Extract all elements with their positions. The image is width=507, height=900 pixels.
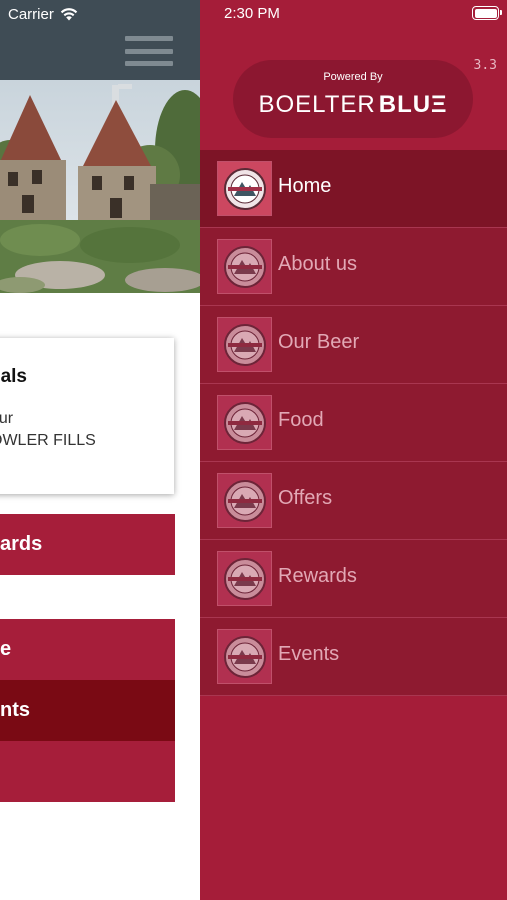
stone-kiln-towers-photo xyxy=(0,80,200,293)
menu-item-label: Events xyxy=(278,643,340,665)
menu-item-home[interactable]: Home xyxy=(200,150,507,228)
menu-item-label: Rewards xyxy=(278,565,357,587)
status-bar-left: Carrier xyxy=(8,5,78,23)
extra-button[interactable] xyxy=(0,741,175,802)
powered-by-badge[interactable]: Powered By BOELTER BLUΞ xyxy=(233,60,473,138)
deal-text-line: OWLER FILLS xyxy=(0,432,96,449)
powered-by-label: Powered By xyxy=(323,71,383,83)
drawer-menu: Home About us Our Beer Food Offers Rewar… xyxy=(200,150,507,696)
brewery-logo-icon xyxy=(217,395,272,450)
brand-name-bold: BLUΞ xyxy=(378,91,448,118)
menu-item-food[interactable]: Food xyxy=(200,384,507,462)
navigation-drawer: 2:30 PM 3.3 Powered By BOELTERBLUΞ Home xyxy=(200,0,507,900)
hero-image xyxy=(0,80,200,293)
battery-icon xyxy=(472,6,502,20)
brewery-logo-icon xyxy=(217,473,272,528)
status-time: 2:30 PM xyxy=(224,5,280,22)
brand-logo: BOELTER BLUΞ xyxy=(233,91,473,119)
menu-item-label: Our Beer xyxy=(278,331,360,353)
brewery-logo-icon xyxy=(217,629,272,684)
home-button[interactable]: e xyxy=(0,619,175,680)
app-version: 3.3 xyxy=(473,58,497,73)
menu-item-offers[interactable]: Offers xyxy=(200,462,507,540)
menu-item-label: Offers xyxy=(278,487,333,509)
wifi-icon xyxy=(60,8,78,21)
deal-card[interactable]: eals our OWLER FILLS xyxy=(0,338,174,494)
menu-item-events[interactable]: Events xyxy=(200,618,507,696)
brewery-logo-icon xyxy=(217,317,272,372)
menu-item-label: About us xyxy=(278,253,357,275)
hamburger-menu-icon[interactable] xyxy=(125,36,175,66)
menu-item-our-beer[interactable]: Our Beer xyxy=(200,306,507,384)
deal-text-line: our xyxy=(0,410,14,427)
app-header: Carrier xyxy=(0,0,200,80)
carrier-label: Carrier xyxy=(8,5,54,23)
background-app-screen: Carrier als ur OWLER FILLS ards e nts xyxy=(0,0,200,900)
brand-name-regular: BOELTER xyxy=(258,91,376,118)
events-button[interactable]: nts xyxy=(0,680,175,741)
menu-item-about-us[interactable]: About us xyxy=(200,228,507,306)
menu-item-rewards[interactable]: Rewards xyxy=(200,540,507,618)
brewery-logo-icon xyxy=(217,161,272,216)
menu-item-label: Home xyxy=(278,175,332,197)
rewards-button[interactable]: ards xyxy=(0,514,175,575)
brewery-logo-icon xyxy=(217,239,272,294)
menu-item-label: Food xyxy=(278,409,324,431)
brewery-logo-icon xyxy=(217,551,272,606)
deal-title: eals xyxy=(0,366,27,387)
